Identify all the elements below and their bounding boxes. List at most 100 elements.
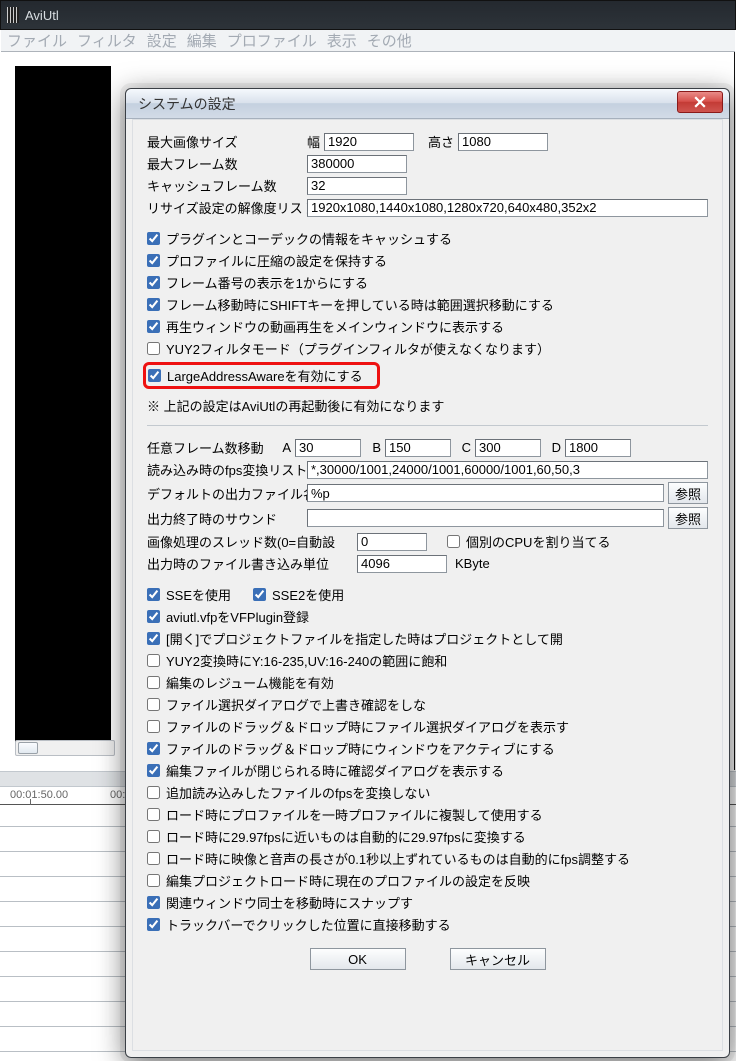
check-label: ファイル選択ダイアログで上書き確認をしな <box>166 695 426 714</box>
checkbox[interactable] <box>447 535 460 548</box>
check-large-address-aware[interactable]: LargeAddressAwareを有効にする <box>148 366 363 385</box>
B-input[interactable] <box>385 439 451 457</box>
fps-list-input[interactable] <box>307 461 708 479</box>
checkbox[interactable] <box>147 874 160 887</box>
check-shift-range-select[interactable]: フレーム移動時にSHIFTキーを押している時は範囲選択移動にする <box>147 295 708 314</box>
checkbox[interactable] <box>147 342 160 355</box>
check-label: YUY2変換時にY:16-235,UV:16-240の範囲に飽和 <box>166 651 447 670</box>
check-load-dup-profile[interactable]: ロード時にプロファイルを一時プロファイルに複製して使用する <box>147 805 708 824</box>
menu-file[interactable]: ファイル <box>7 30 67 51</box>
check-yuy2-filter-mode[interactable]: YUY2フィルタモード（プラグインフィルタが使えなくなります） <box>147 339 708 358</box>
check-snap-windows[interactable]: 関連ウィンドウ同士を移動時にスナップす <box>147 893 708 912</box>
check-label: 再生ウィンドウの動画再生をメインウィンドウに表示する <box>166 317 504 336</box>
menu-edit[interactable]: 編集 <box>187 30 217 51</box>
check-profile-keep-compress[interactable]: プロファイルに圧縮の設定を保持する <box>147 251 708 270</box>
settings-dialog: システムの設定 最大画像サイズ 幅 高さ 最大フレーム数 キャッシュフレーム数 <box>125 88 730 1058</box>
checkbox[interactable] <box>147 742 160 755</box>
check-label: 編集プロジェクトロード時に現在のプロファイルの設定を反映 <box>166 871 530 890</box>
checkbox[interactable] <box>147 786 160 799</box>
check-dnd-show-dialog[interactable]: ファイルのドラッグ＆ドロップ時にファイル選択ダイアログを表示す <box>147 717 708 736</box>
browse-out-button[interactable]: 参照 <box>668 482 708 504</box>
checkbox[interactable] <box>147 896 160 909</box>
write-unit-input[interactable] <box>357 555 447 573</box>
checkbox[interactable] <box>147 852 160 865</box>
checkbox[interactable] <box>147 808 160 821</box>
height-label: 高さ <box>428 132 454 151</box>
checkbox[interactable] <box>147 654 160 667</box>
checkbox[interactable] <box>147 918 160 931</box>
menu-profile[interactable]: プロファイル <box>227 30 317 51</box>
A-input[interactable] <box>295 439 361 457</box>
check-individual-cpu[interactable]: 個別のCPUを割り当てる <box>447 532 610 551</box>
menu-settings[interactable]: 設定 <box>147 30 177 51</box>
dialog-titlebar[interactable]: システムの設定 <box>126 89 729 119</box>
default-out-input[interactable] <box>307 484 664 502</box>
checkbox[interactable] <box>147 610 160 623</box>
restart-note: ※ 上記の設定はAviUtlの再起動後に有効になります <box>147 396 708 415</box>
C-input[interactable] <box>475 439 541 457</box>
check-yuy2-saturate[interactable]: YUY2変換時にY:16-235,UV:16-240の範囲に飽和 <box>147 651 708 670</box>
resize-list-input[interactable] <box>307 199 708 217</box>
dialog-body: 最大画像サイズ 幅 高さ 最大フレーム数 キャッシュフレーム数 リサイズ設定の解… <box>132 119 723 1051</box>
menu-other[interactable]: その他 <box>367 30 412 51</box>
cache-frames-input[interactable] <box>307 177 407 195</box>
checkbox[interactable] <box>147 676 160 689</box>
checkbox[interactable] <box>147 320 160 333</box>
menu-view[interactable]: 表示 <box>327 30 357 51</box>
sound-input[interactable] <box>307 509 664 527</box>
seek-thumb[interactable] <box>18 742 38 754</box>
browse-sound-button[interactable]: 参照 <box>668 507 708 529</box>
checkbox[interactable] <box>147 830 160 843</box>
A-label: A <box>277 440 291 455</box>
check-open-as-project[interactable]: [開く]でプロジェクトファイルを指定した時はプロジェクトとして開 <box>147 629 708 648</box>
check-dnd-activate[interactable]: ファイルのドラッグ＆ドロップ時にウィンドウをアクティブにする <box>147 739 708 758</box>
seek-slider[interactable] <box>15 740 115 756</box>
check-label: フレーム移動時にSHIFTキーを押している時は範囲選択移動にする <box>166 295 554 314</box>
check-cache-plugin-codec[interactable]: プラグインとコーデックの情報をキャッシュする <box>147 229 708 248</box>
check-label: ロード時にプロファイルを一時プロファイルに複製して使用する <box>166 805 543 824</box>
check-load-av-offset-fps-adjust[interactable]: ロード時に映像と音声の長さが0.1秒以上ずれているものは自動的にfps調整する <box>147 849 708 868</box>
check-sse[interactable] <box>147 588 160 601</box>
checkbox[interactable] <box>147 298 160 311</box>
checkbox[interactable] <box>147 698 160 711</box>
check-vfplugin[interactable]: aviutl.vfpをVFPlugin登録 <box>147 607 708 626</box>
check-label: YUY2フィルタモード（プラグインフィルタが使えなくなります） <box>166 339 550 358</box>
B-label: B <box>367 440 381 455</box>
check-edit-resume[interactable]: 編集のレジューム機能を有効 <box>147 673 708 692</box>
main-titlebar[interactable]: AviUtl <box>0 0 736 30</box>
close-button[interactable] <box>677 91 723 113</box>
ok-button[interactable]: OK <box>310 948 406 970</box>
app-icon <box>7 7 19 23</box>
checkbox[interactable] <box>147 632 160 645</box>
checkbox[interactable] <box>148 369 161 382</box>
sound-label: 出力終了時のサウンド <box>147 509 307 528</box>
check-load-2997-convert[interactable]: ロード時に29.97fpsに近いものは自動的に29.97fpsに変換する <box>147 827 708 846</box>
width-input[interactable] <box>324 133 414 151</box>
checkbox[interactable] <box>147 254 160 267</box>
cancel-button[interactable]: キャンセル <box>450 948 546 970</box>
close-icon <box>694 96 706 108</box>
check-no-convert-append-fps[interactable]: 追加読み込みしたファイルのfpsを変換しない <box>147 783 708 802</box>
checkbox[interactable] <box>147 232 160 245</box>
checkbox[interactable] <box>147 720 160 733</box>
checkbox[interactable] <box>147 276 160 289</box>
D-input[interactable] <box>565 439 631 457</box>
checkbox[interactable] <box>147 764 160 777</box>
check-confirm-on-close[interactable]: 編集ファイルが閉じられる時に確認ダイアログを表示する <box>147 761 708 780</box>
check-no-overwrite-confirm[interactable]: ファイル選択ダイアログで上書き確認をしな <box>147 695 708 714</box>
max-frames-input[interactable] <box>307 155 407 173</box>
check-label: 個別のCPUを割り当てる <box>466 532 610 551</box>
check-load-apply-profile[interactable]: 編集プロジェクトロード時に現在のプロファイルの設定を反映 <box>147 871 708 890</box>
check-frame-number-from-1[interactable]: フレーム番号の表示を1からにする <box>147 273 708 292</box>
check-label: プラグインとコーデックの情報をキャッシュする <box>166 229 452 248</box>
check-sse2[interactable] <box>253 588 266 601</box>
height-input[interactable] <box>458 133 548 151</box>
write-unit-label: 出力時のファイル書き込み単位 <box>147 554 357 573</box>
dialog-buttons: OK キャンセル <box>147 948 708 970</box>
check-label: トラックバーでクリックした位置に直接移動する <box>166 915 451 934</box>
check-play-in-main[interactable]: 再生ウィンドウの動画再生をメインウィンドウに表示する <box>147 317 708 336</box>
menu-filter[interactable]: フィルタ <box>77 30 137 51</box>
threads-input[interactable] <box>357 533 427 551</box>
max-frames-label: 最大フレーム数 <box>147 154 307 173</box>
check-trackbar-direct-move[interactable]: トラックバーでクリックした位置に直接移動する <box>147 915 708 934</box>
